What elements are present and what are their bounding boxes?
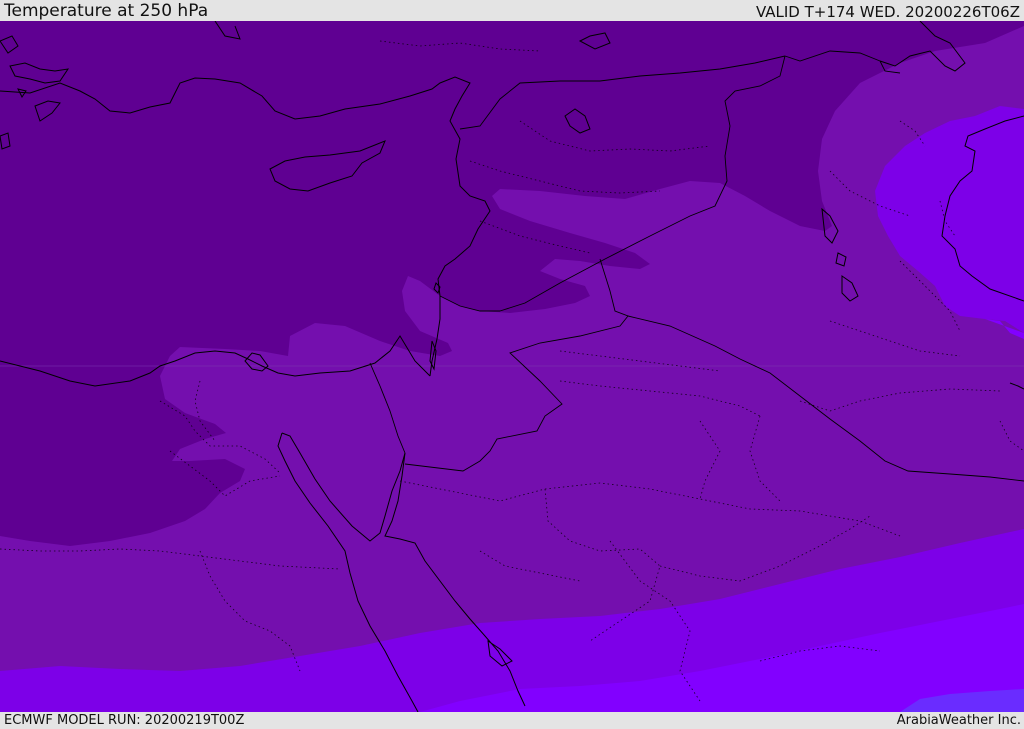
model-run: ECMWF MODEL RUN: 20200219T00Z [4, 713, 245, 728]
map-canvas [0, 21, 1024, 712]
map-title: Temperature at 250 hPa [4, 1, 209, 21]
temperature-map[interactable] [0, 21, 1024, 712]
credit-text: ArabiaWeather Inc. [896, 713, 1021, 728]
header-bar: Temperature at 250 hPa VALID T+174 WED. … [0, 0, 1024, 21]
valid-time: VALID T+174 WED. 20200226T06Z [755, 3, 1020, 21]
footer-bar: ECMWF MODEL RUN: 20200219T00Z ArabiaWeat… [0, 712, 1024, 729]
